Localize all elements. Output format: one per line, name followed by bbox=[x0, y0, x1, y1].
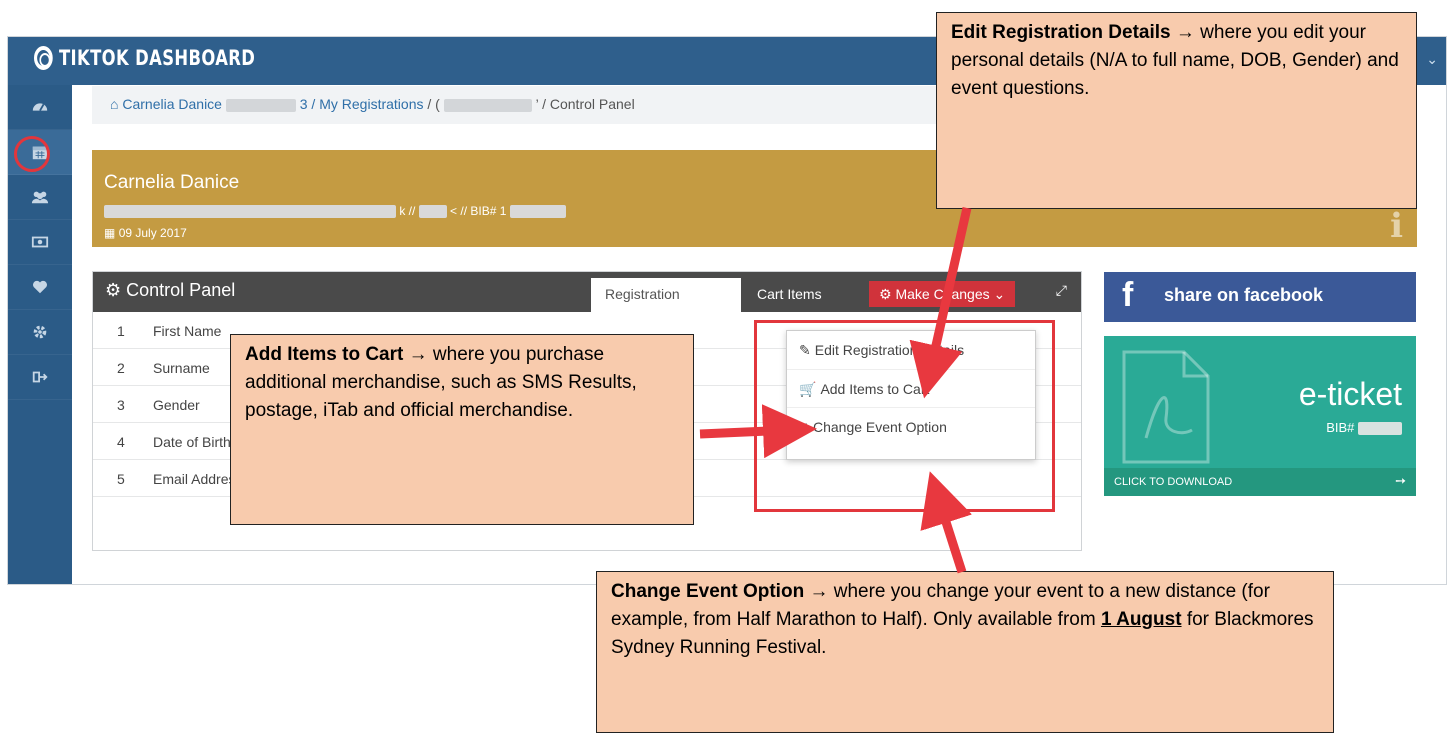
eticket-title: e-ticket bbox=[1298, 376, 1402, 412]
panel-header: ⚙ Control Panel Registration Cart Items … bbox=[93, 272, 1081, 312]
arrow-circle-right-icon: ➙ bbox=[1395, 473, 1406, 488]
row-number: 3 bbox=[117, 397, 125, 413]
menu-item-label: Edit Registration Details bbox=[814, 342, 965, 358]
redacted-text bbox=[104, 205, 396, 219]
event-date-text: 09 July 2017 bbox=[118, 226, 187, 240]
pencil-icon: ✎ bbox=[799, 342, 811, 358]
users-icon bbox=[31, 191, 49, 204]
gear-icon: ⚙ bbox=[879, 286, 892, 302]
eticket-card[interactable]: e-ticket BIB# CLICK TO DOWNLOAD ➙ bbox=[1104, 336, 1416, 496]
gear-icon bbox=[33, 325, 47, 339]
breadcrumb-separator: / ( bbox=[427, 96, 440, 112]
download-label: CLICK TO DOWNLOAD bbox=[1114, 476, 1233, 488]
callout-title: Edit Registration Details → bbox=[951, 22, 1195, 43]
sidebar-item-team[interactable] bbox=[8, 175, 72, 220]
sidebar-item-logout[interactable] bbox=[8, 355, 72, 400]
calendar-icon: ▦ bbox=[104, 226, 116, 240]
event-date: ▦ 09 July 2017 bbox=[104, 226, 187, 240]
callout-title: Change Event Option → bbox=[611, 581, 829, 602]
eticket-bib-label: BIB# bbox=[1326, 420, 1355, 435]
chevron-down-icon: ⌄ bbox=[993, 286, 1006, 302]
tab-registration[interactable]: Registration bbox=[591, 278, 741, 312]
callout-title: Add Items to Cart → bbox=[245, 344, 428, 365]
facebook-share-label: share on facebook bbox=[1164, 285, 1324, 305]
make-changes-menu: ✎ Edit Registration Details 🛒 Add Items to… bbox=[786, 330, 1036, 460]
highlight-circle bbox=[14, 136, 50, 172]
tab-cart-items[interactable]: Cart Items bbox=[743, 278, 836, 312]
menu-item-change-event[interactable]: ⧉ Change Event Option bbox=[787, 407, 1035, 445]
dashboard-icon bbox=[32, 103, 48, 112]
sidebar-item-fundraising[interactable] bbox=[8, 265, 72, 310]
cogs-icon: ⚙ bbox=[105, 280, 122, 300]
breadcrumb-registrations[interactable]: My Registrations bbox=[319, 96, 423, 112]
registration-summary: k // < // BIB# 1 bbox=[104, 204, 566, 219]
breadcrumb-current: ’ / Control Panel bbox=[535, 96, 635, 112]
sidebar-item-dashboard[interactable] bbox=[8, 85, 72, 130]
eticket-download-bar[interactable]: CLICK TO DOWNLOAD ➙ bbox=[1104, 468, 1416, 496]
redacted-text bbox=[418, 205, 447, 219]
home-icon[interactable]: ⌂ bbox=[110, 96, 118, 112]
sidebar bbox=[8, 85, 72, 584]
expand-icon[interactable]: ⤢ bbox=[1056, 282, 1067, 299]
redacted-text bbox=[225, 98, 296, 112]
row-number: 1 bbox=[117, 323, 125, 339]
menu-item-label: Add Items to Cart bbox=[820, 381, 930, 397]
breadcrumb-user[interactable]: Carnelia Danice bbox=[122, 96, 222, 112]
row-number: 5 bbox=[117, 471, 125, 487]
row-label: Date of Birth bbox=[153, 434, 231, 450]
make-changes-label: Make Changes bbox=[895, 286, 990, 302]
callout-edit-registration: Edit Registration Details → where you ed… bbox=[936, 12, 1417, 209]
row-number: 2 bbox=[117, 360, 125, 376]
callout-date: 1 August bbox=[1100, 609, 1182, 630]
callout-add-items: Add Items to Cart → where you purchase a… bbox=[230, 334, 694, 525]
facebook-icon: f bbox=[1122, 276, 1134, 314]
sidebar-item-settings[interactable] bbox=[8, 310, 72, 355]
redacted-text bbox=[509, 205, 566, 219]
sign-out-icon bbox=[32, 371, 48, 383]
redacted-text bbox=[1358, 422, 1402, 436]
menu-item-add-to-cart[interactable]: 🛒 Add Items to Cart bbox=[787, 369, 1035, 407]
brand[interactable]: TIKTOK DASHBOARD bbox=[34, 46, 255, 70]
eticket-bib: BIB# bbox=[1326, 420, 1402, 436]
heart-icon bbox=[32, 280, 48, 294]
pdf-document-icon bbox=[1122, 350, 1210, 464]
bib-number: < // BIB# 1 bbox=[450, 204, 507, 218]
row-label: Gender bbox=[153, 397, 200, 413]
menu-item-edit-registration[interactable]: ✎ Edit Registration Details bbox=[787, 331, 1035, 369]
row-number: 4 bbox=[117, 434, 125, 450]
user-menu-chevron-icon[interactable]: ⌄ bbox=[1426, 51, 1438, 68]
callout-change-event: Change Event Option → where you change y… bbox=[596, 571, 1334, 733]
facebook-share-button[interactable]: f share on facebook bbox=[1104, 272, 1416, 322]
panel-title-text: Control Panel bbox=[126, 280, 236, 300]
summary-separator: k // bbox=[399, 204, 416, 218]
money-icon bbox=[31, 236, 49, 248]
copy-icon: ⧉ bbox=[799, 419, 809, 435]
menu-item-label: Change Event Option bbox=[813, 419, 947, 435]
panel-title: ⚙ Control Panel bbox=[105, 280, 235, 301]
breadcrumb-user-suffix[interactable]: 3 / bbox=[300, 96, 316, 112]
make-changes-button[interactable]: ⚙ Make Changes ⌄ bbox=[869, 281, 1016, 307]
row-label: First Name bbox=[153, 323, 222, 339]
redacted-text bbox=[443, 98, 532, 112]
participant-name: Carnelia Danice bbox=[104, 172, 240, 193]
cart-icon: 🛒 bbox=[799, 381, 817, 397]
brand-logo-icon bbox=[34, 46, 53, 70]
sidebar-item-registrations[interactable] bbox=[8, 130, 72, 175]
brand-name: TIKTOK DASHBOARD bbox=[58, 46, 256, 70]
info-icon[interactable]: i bbox=[1390, 206, 1403, 246]
sidebar-item-payments[interactable] bbox=[8, 220, 72, 265]
row-label: Surname bbox=[153, 360, 210, 376]
